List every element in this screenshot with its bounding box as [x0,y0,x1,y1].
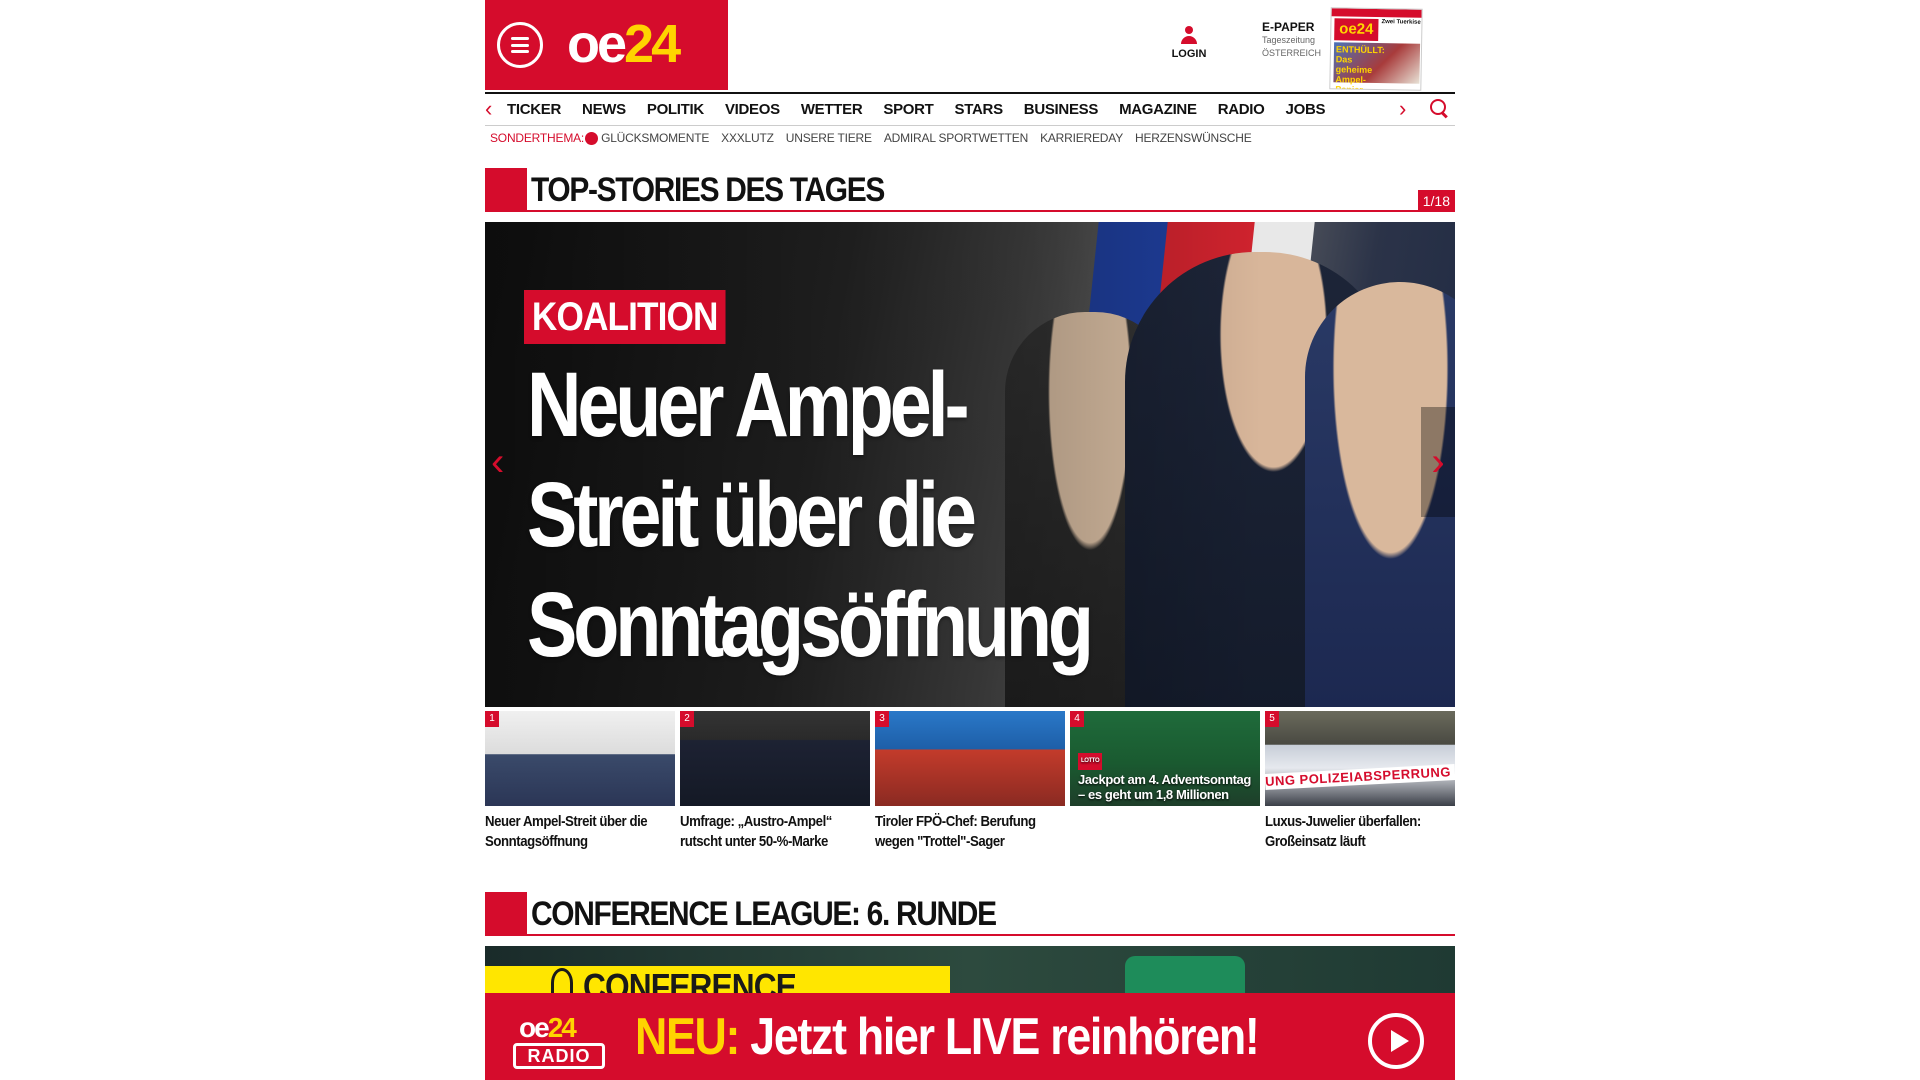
thumb-number: 1 [485,711,499,727]
epaper-sub2: ÖSTERREICH [1262,48,1322,58]
thumb-image: 4 LOTTO Jackpot am 4. Adventsonntag – es… [1070,711,1260,806]
subnav-item[interactable]: HERZENSWÜNSCHE [1135,131,1252,145]
radio-promo-bar[interactable]: oe24 RADIO NEU: Jetzt hier LIVE reinhöre… [485,993,1455,1080]
story-thumbnails: 1 Neuer Ampel-Streit über die Sonntagsöf… [485,711,1455,861]
radio-logo: oe24 RADIO [513,1013,605,1071]
thumb-overlay-text: Jackpot am 4. Adventsonntag – es geht um… [1078,772,1251,802]
nav-item-politik[interactable]: POLITIK [647,101,704,118]
subnav: SONDERTHEMA: GLÜCKSMOMENTE XXXLUTZ UNSER… [485,129,1455,147]
subnav-item[interactable]: KARRIEREDAY [1040,131,1123,145]
login-label: LOGIN [1171,48,1207,60]
carousel-prev-icon[interactable]: ‹ [491,442,504,482]
epaper-cover[interactable]: oe24 Zwei Tuerkise ENTHÜLLT: Das geheime… [1329,7,1423,91]
thumb-story-4[interactable]: 4 LOTTO Jackpot am 4. Adventsonntag – es… [1070,711,1260,812]
subnav-item[interactable]: ADMIRAL SPORTWETTEN [884,131,1028,145]
carousel-next-icon[interactable]: › [1421,407,1455,517]
subnav-item[interactable]: XXXLUTZ [721,131,774,145]
thumb-story-2[interactable]: 2 Umfrage: „Austro-Ampel“ rutscht unter … [680,711,870,852]
logo-area: oe24 [485,0,728,90]
thumb-number: 2 [680,711,694,727]
login-button[interactable]: LOGIN [1165,26,1213,60]
thumb-image: 2 [680,711,870,806]
subnav-item[interactable]: GLÜCKSMOMENTE [601,131,709,145]
nav-item-ticker[interactable]: TICKER [507,101,561,118]
header: oe24 LOGIN E-PAPER Tageszeitung ÖSTERREI… [485,0,1455,91]
nav-item-stars[interactable]: STARS [955,101,1004,118]
nav-item-news[interactable]: NEWS [582,101,626,118]
subnav-item[interactable]: UNSERE TIERE [786,131,872,145]
play-icon[interactable] [1368,1013,1424,1069]
hero-headline[interactable]: Neuer Ampel-Streit über die Sonntagsöffn… [527,350,1117,680]
search-icon[interactable] [1430,99,1448,117]
sonderthema-logo-icon [585,131,599,145]
section-title: TOP-STORIES DES TAGES [531,171,885,209]
nav-scroll-right-icon[interactable]: › [1399,98,1406,120]
epaper-cover-text: ENTHÜLLT: Das geheime Ampel-Papier [1335,44,1385,91]
epaper-cover-headline: Zwei Tuerkise [1381,19,1421,26]
thumb-caption[interactable]: Luxus-Juwelier überfallen: Großeinsatz l… [1265,812,1454,852]
thumb-story-1[interactable]: 1 Neuer Ampel-Streit über die Sonntagsöf… [485,711,675,852]
nav-item-magazine[interactable]: MAGAZINE [1119,101,1197,118]
nav-item-jobs[interactable]: JOBS [1286,101,1326,118]
epaper-title: E-PAPER [1262,20,1315,34]
thumb-image: 5 UNG POLIZEIABSPERRUNG [1265,711,1455,806]
hero-kicker: KOALITION [524,290,726,344]
radio-logo-label: RADIO [513,1043,605,1069]
thumb-story-5[interactable]: 5 UNG POLIZEIABSPERRUNG Luxus-Juwelier ü… [1265,711,1455,852]
thumb-caption[interactable]: Umfrage: „Austro-Ampel“ rutscht unter 50… [680,812,869,852]
site-logo[interactable]: oe24 [567,14,681,74]
hero-story[interactable]: KOALITION Neuer Ampel-Streit über die So… [485,222,1455,707]
conference-league-banner[interactable]: CONFERENCE LEAGUE [485,946,1455,998]
slide-counter: 1/18 [1417,190,1455,212]
thumb-caption[interactable]: Neuer Ampel-Streit über die Sonntagsöffn… [485,812,674,852]
thumb-number: 4 [1070,711,1084,727]
thumb-number: 3 [875,711,889,727]
police-tape: UNG POLIZEIABSPERRUNG [1265,764,1455,790]
top-stories-header: TOP-STORIES DES TAGES 1/18 [485,168,1455,212]
subnav-label: SONDERTHEMA: [490,131,585,145]
nav-item-sport[interactable]: SPORT [883,101,933,118]
radio-promo-text: NEU: Jetzt hier LIVE reinhören! [635,1008,1260,1066]
thumb-story-3[interactable]: 3 Tiroler FPÖ-Chef: Berufung wegen "Trot… [875,711,1065,852]
thumb-image: 1 [485,711,675,806]
thumb-number: 5 [1265,711,1279,727]
nav-item-videos[interactable]: VIDEOS [725,101,780,118]
thumb-caption[interactable]: Tiroler FPÖ-Chef: Berufung wegen "Trotte… [875,812,1064,852]
nav-scroll-left-icon[interactable]: ‹ [485,98,492,120]
conference-league-header: CONFERENCE LEAGUE: 6. RUNDE [485,892,1455,936]
thumb-overlay-tag: LOTTO [1078,753,1103,770]
thumb-image: 3 [875,711,1065,806]
menu-icon[interactable] [497,22,543,68]
nav-item-wetter[interactable]: WETTER [801,101,863,118]
main-nav: ‹ TICKER NEWS POLITIK VIDEOS WETTER SPOR… [485,92,1455,126]
epaper-cover-logo: oe24 [1334,18,1379,42]
thumb-overlay: LOTTO Jackpot am 4. Adventsonntag – es g… [1078,750,1258,802]
epaper-link[interactable]: E-PAPER Tageszeitung ÖSTERREICH [1262,20,1332,60]
epaper-sub1: Tageszeitung [1262,35,1316,45]
nav-item-business[interactable]: BUSINESS [1024,101,1099,118]
section-title: CONFERENCE LEAGUE: 6. RUNDE [531,895,997,933]
page: oe24 LOGIN E-PAPER Tageszeitung ÖSTERREI… [485,0,1455,1080]
nav-item-radio[interactable]: RADIO [1218,101,1265,118]
user-icon [1181,26,1197,44]
